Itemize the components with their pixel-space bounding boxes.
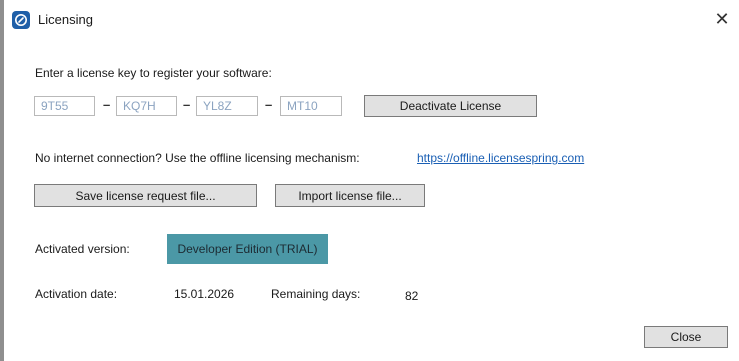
remaining-days-value: 82	[405, 289, 419, 303]
remaining-days-label: Remaining days:	[271, 287, 361, 301]
close-icon[interactable]: ✕	[711, 8, 733, 30]
save-license-request-button[interactable]: Save license request file...	[34, 184, 257, 207]
license-key-part-2[interactable]: KQ7H	[116, 96, 177, 116]
key-separator: –	[183, 97, 191, 112]
offline-text: No internet connection? Use the offline …	[35, 151, 360, 165]
activated-version-label: Activated version:	[35, 242, 130, 256]
key-separator: –	[265, 97, 273, 112]
licensing-dialog: Licensing ✕ Enter a license key to regis…	[0, 0, 739, 361]
activation-date-label: Activation date:	[35, 287, 118, 301]
title-bar: Licensing ✕	[4, 0, 739, 40]
version-badge: Developer Edition (TRIAL)	[167, 234, 328, 264]
import-license-button[interactable]: Import license file...	[275, 184, 425, 207]
window-title: Licensing	[38, 12, 93, 27]
license-key-part-1[interactable]: 9T55	[34, 96, 95, 116]
window-edge	[0, 0, 4, 361]
offline-licensing-link[interactable]: https://offline.licensespring.com	[417, 151, 584, 165]
deactivate-license-button[interactable]: Deactivate License	[364, 95, 537, 117]
activation-date-value: 15.01.2026	[174, 287, 235, 301]
close-button[interactable]: Close	[644, 326, 728, 348]
key-separator: –	[103, 97, 111, 112]
license-key-part-3[interactable]: YL8Z	[196, 96, 258, 116]
license-key-part-4[interactable]: MT10	[280, 96, 342, 116]
license-prompt: Enter a license key to register your sof…	[35, 66, 272, 80]
licensing-app-icon	[12, 11, 30, 29]
